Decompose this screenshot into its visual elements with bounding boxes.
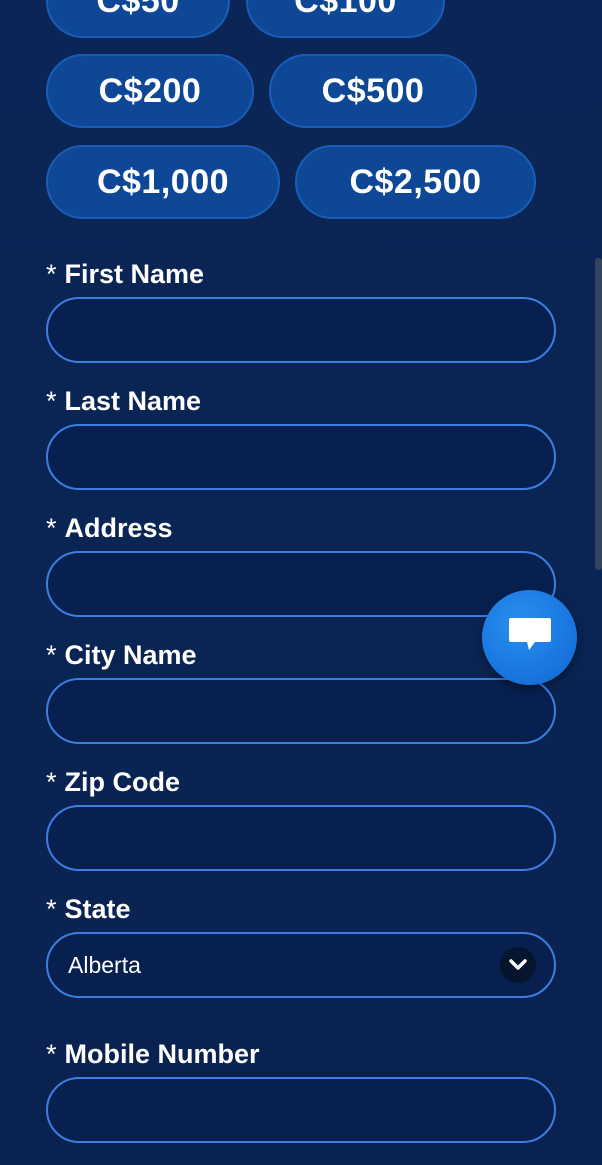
first-name-label-text: First Name <box>64 259 205 289</box>
required-marker: * <box>46 767 57 797</box>
zip-code-input[interactable] <box>46 805 556 871</box>
required-marker: * <box>46 259 57 289</box>
amount-button-1000[interactable]: C$1,000 <box>46 145 280 219</box>
last-name-input[interactable] <box>46 424 556 490</box>
city-name-label-text: City Name <box>64 640 197 670</box>
state-label: * State <box>46 894 131 925</box>
chevron-down-icon <box>500 947 536 983</box>
chat-bubble-icon <box>505 615 555 660</box>
city-name-input[interactable] <box>46 678 556 744</box>
amount-button-200[interactable]: C$200 <box>46 54 254 128</box>
required-marker: * <box>46 1039 57 1069</box>
amount-button-50[interactable]: C$50 <box>46 0 230 38</box>
mobile-number-input[interactable] <box>46 1077 556 1143</box>
state-label-text: State <box>64 894 131 924</box>
scrollbar-thumb[interactable] <box>595 258 602 570</box>
mobile-number-label-text: Mobile Number <box>64 1039 260 1069</box>
amount-button-100[interactable]: C$100 <box>246 0 445 38</box>
required-marker: * <box>46 386 57 416</box>
required-marker: * <box>46 894 57 924</box>
state-select[interactable]: Alberta <box>46 932 556 998</box>
address-input[interactable] <box>46 551 556 617</box>
state-select-value: Alberta <box>68 951 141 978</box>
amount-button-2500[interactable]: C$2,500 <box>295 145 536 219</box>
address-label: * Address <box>46 513 173 544</box>
required-marker: * <box>46 513 57 543</box>
first-name-label: * First Name <box>46 259 204 290</box>
amount-button-500[interactable]: C$500 <box>269 54 477 128</box>
donation-form-page: C$50 C$100 C$200 C$500 C$1,000 C$2,500 *… <box>0 0 602 1165</box>
last-name-label: * Last Name <box>46 386 201 417</box>
mobile-number-label: * Mobile Number <box>46 1039 260 1070</box>
zip-code-label: * Zip Code <box>46 767 180 798</box>
city-name-label: * City Name <box>46 640 197 671</box>
last-name-label-text: Last Name <box>64 386 202 416</box>
first-name-input[interactable] <box>46 297 556 363</box>
zip-code-label-text: Zip Code <box>64 767 181 797</box>
address-label-text: Address <box>64 513 173 543</box>
required-marker: * <box>46 640 57 670</box>
chat-button[interactable] <box>482 590 577 685</box>
